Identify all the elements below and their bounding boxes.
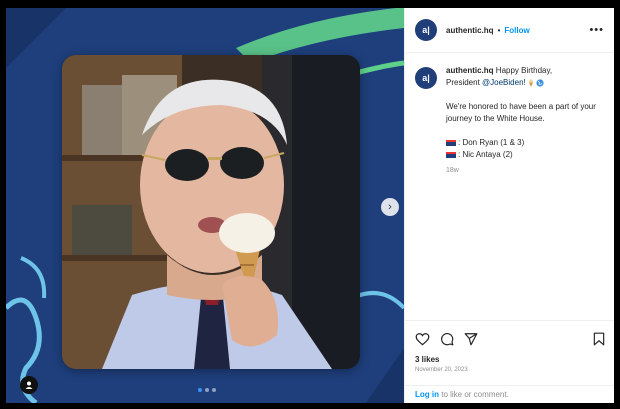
camera-emoji-icon (446, 151, 456, 158)
login-prompt: Log in to like or comment. (405, 385, 614, 403)
avatar[interactable]: a| (415, 67, 437, 89)
caption-text: President (446, 78, 480, 87)
caption-text: We're honored to have been a part of you… (446, 102, 596, 123)
more-options-button[interactable]: ••• (589, 24, 604, 36)
likes-count[interactable]: 3 likes (415, 355, 605, 364)
post-time: 18w (446, 167, 459, 174)
save-button[interactable] (593, 332, 605, 346)
mention-link[interactable]: @JoeBiden! (482, 78, 526, 87)
separator: • (497, 25, 501, 35)
username-link[interactable]: authentic.hq (446, 26, 494, 35)
post-side-panel: a| authentic.hq • Follow ••• a| authenti… (404, 8, 614, 403)
chevron-right-icon: › (388, 200, 392, 213)
ice-cream-emoji-icon (528, 79, 534, 87)
send-icon (464, 333, 478, 346)
camera-emoji-icon (446, 139, 456, 146)
carousel-next-button[interactable]: › (381, 198, 399, 216)
post-date: November 20, 2023 (415, 367, 468, 373)
photo-credit: : Nic Antaya (2) (458, 150, 513, 159)
comment-icon (441, 333, 454, 346)
follow-button[interactable]: Follow (504, 26, 529, 35)
carousel-dot (205, 388, 209, 392)
share-button[interactable] (464, 332, 478, 346)
tagged-users-button[interactable] (20, 376, 38, 394)
avatar[interactable]: a| (415, 19, 437, 41)
post-media: › (6, 8, 404, 403)
more-icon: ••• (589, 24, 604, 36)
carousel-dot (198, 388, 202, 392)
like-button[interactable] (415, 332, 430, 346)
photo-credit: : Don Ryan (1 & 3) (458, 138, 525, 147)
bookmark-icon (593, 332, 605, 346)
carousel-dot (212, 388, 216, 392)
globe-emoji-icon (536, 79, 544, 87)
login-link[interactable]: Log in (415, 390, 439, 399)
post-header: a| authentic.hq • Follow ••• (405, 8, 614, 53)
user-tag-icon (25, 381, 33, 389)
post-photo (62, 55, 360, 369)
heart-icon (415, 333, 430, 346)
post-dialog: › a| authentic.hq • Follow ••• a| authen… (6, 8, 614, 403)
comment-button[interactable] (440, 332, 454, 346)
carousel-indicator (198, 388, 216, 392)
login-prompt-text: to like or comment. (439, 390, 509, 399)
caption-text: Happy Birthday, (495, 66, 553, 75)
action-bar: 3 likes November 20, 2023 (405, 320, 614, 373)
caption-body: authentic.hq Happy Birthday, President @… (446, 65, 604, 177)
caption-username[interactable]: authentic.hq (446, 66, 494, 75)
post-caption: a| authentic.hq Happy Birthday, Presiden… (405, 53, 614, 177)
